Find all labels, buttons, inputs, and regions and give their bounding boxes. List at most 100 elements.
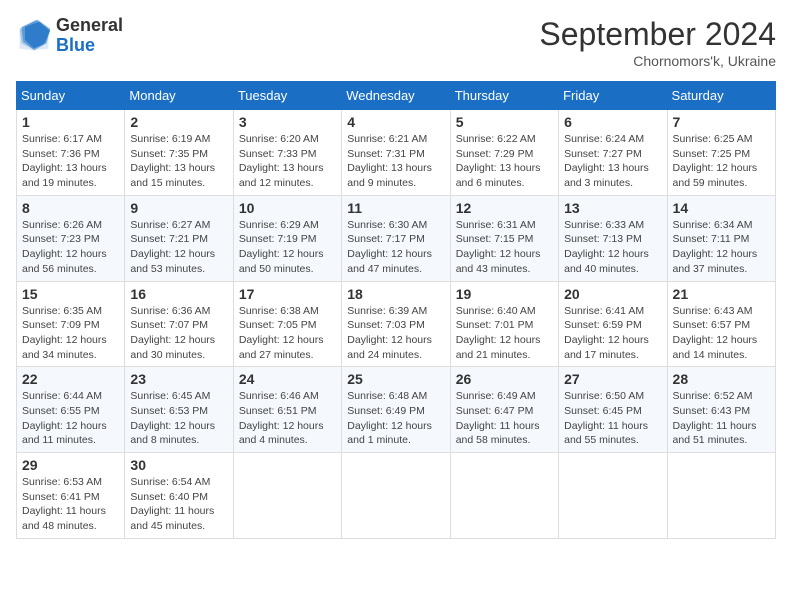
day-number: 9	[130, 200, 227, 216]
day-cell-7: 7 Sunrise: 6:25 AMSunset: 7:25 PMDaylight…	[667, 110, 775, 196]
day-info: Sunrise: 6:30 AMSunset: 7:17 PMDaylight:…	[347, 218, 444, 277]
day-cell-1: 1 Sunrise: 6:17 AMSunset: 7:36 PMDaylight…	[17, 110, 125, 196]
day-number: 8	[22, 200, 119, 216]
week-row-3: 15 Sunrise: 6:35 AMSunset: 7:09 PMDayligh…	[17, 281, 776, 367]
day-info: Sunrise: 6:33 AMSunset: 7:13 PMDaylight:…	[564, 218, 661, 277]
empty-cell	[667, 453, 775, 539]
day-cell-30: 30 Sunrise: 6:54 AMSunset: 6:40 PMDayligh…	[125, 453, 233, 539]
day-number: 27	[564, 371, 661, 387]
day-info: Sunrise: 6:48 AMSunset: 6:49 PMDaylight:…	[347, 389, 444, 448]
day-info: Sunrise: 6:31 AMSunset: 7:15 PMDaylight:…	[456, 218, 553, 277]
day-cell-9: 9 Sunrise: 6:27 AMSunset: 7:21 PMDaylight…	[125, 195, 233, 281]
month-title: September 2024	[539, 16, 776, 53]
day-number: 22	[22, 371, 119, 387]
day-number: 23	[130, 371, 227, 387]
week-row-4: 22Sunrise: 6:44 AMSunset: 6:55 PMDayligh…	[17, 367, 776, 453]
day-info: Sunrise: 6:17 AMSunset: 7:36 PMDaylight:…	[22, 132, 119, 191]
day-info: Sunrise: 6:34 AMSunset: 7:11 PMDaylight:…	[673, 218, 770, 277]
day-info: Sunrise: 6:53 AMSunset: 6:41 PMDaylight:…	[22, 475, 119, 534]
day-cell-6: 6 Sunrise: 6:24 AMSunset: 7:27 PMDaylight…	[559, 110, 667, 196]
day-info: Sunrise: 6:45 AMSunset: 6:53 PMDaylight:…	[130, 389, 227, 448]
header: General Blue September 2024 Chornomors'k…	[16, 16, 776, 69]
day-number: 21	[673, 286, 770, 302]
day-info: Sunrise: 6:50 AMSunset: 6:45 PMDaylight:…	[564, 389, 661, 448]
day-cell-13: 13Sunrise: 6:33 AMSunset: 7:13 PMDayligh…	[559, 195, 667, 281]
day-cell-19: 19Sunrise: 6:40 AMSunset: 7:01 PMDayligh…	[450, 281, 558, 367]
day-info: Sunrise: 6:35 AMSunset: 7:09 PMDaylight:…	[22, 304, 119, 363]
day-cell-2: 2Sunrise: 6:19 AMSunset: 7:35 PMDaylight…	[125, 110, 233, 196]
day-number: 17	[239, 286, 336, 302]
title-area: September 2024 Chornomors'k, Ukraine	[539, 16, 776, 69]
day-cell-11: 11 Sunrise: 6:30 AMSunset: 7:17 PMDayligh…	[342, 195, 450, 281]
day-cell-20: 20Sunrise: 6:41 AMSunset: 6:59 PMDayligh…	[559, 281, 667, 367]
day-number: 11	[347, 200, 444, 216]
day-number: 6	[564, 114, 661, 130]
day-number: 5	[456, 114, 553, 130]
day-cell-15: 15 Sunrise: 6:35 AMSunset: 7:09 PMDayligh…	[17, 281, 125, 367]
empty-cell	[450, 453, 558, 539]
day-number: 30	[130, 457, 227, 473]
day-info: Sunrise: 6:38 AMSunset: 7:05 PMDaylight:…	[239, 304, 336, 363]
weekday-header-saturday: Saturday	[667, 82, 775, 110]
day-info: Sunrise: 6:52 AMSunset: 6:43 PMDaylight:…	[673, 389, 770, 448]
day-info: Sunrise: 6:36 AMSunset: 7:07 PMDaylight:…	[130, 304, 227, 363]
day-number: 1	[22, 114, 119, 130]
day-cell-4: 4 Sunrise: 6:21 AMSunset: 7:31 PMDaylight…	[342, 110, 450, 196]
day-number: 18	[347, 286, 444, 302]
day-number: 4	[347, 114, 444, 130]
day-cell-3: 3 Sunrise: 6:20 AMSunset: 7:33 PMDaylight…	[233, 110, 341, 196]
empty-cell	[559, 453, 667, 539]
day-info: Sunrise: 6:22 AMSunset: 7:29 PMDaylight:…	[456, 132, 553, 191]
weekday-header-thursday: Thursday	[450, 82, 558, 110]
logo-icon	[16, 18, 52, 54]
calendar-table: SundayMondayTuesdayWednesdayThursdayFrid…	[16, 81, 776, 539]
day-number: 15	[22, 286, 119, 302]
day-number: 14	[673, 200, 770, 216]
day-info: Sunrise: 6:43 AMSunset: 6:57 PMDaylight:…	[673, 304, 770, 363]
empty-cell	[342, 453, 450, 539]
day-info: Sunrise: 6:25 AMSunset: 7:25 PMDaylight:…	[673, 132, 770, 191]
day-number: 2	[130, 114, 227, 130]
day-cell-28: 28 Sunrise: 6:52 AMSunset: 6:43 PMDayligh…	[667, 367, 775, 453]
day-cell-27: 27 Sunrise: 6:50 AMSunset: 6:45 PMDayligh…	[559, 367, 667, 453]
day-cell-18: 18 Sunrise: 6:39 AMSunset: 7:03 PMDayligh…	[342, 281, 450, 367]
empty-cell	[233, 453, 341, 539]
day-number: 25	[347, 371, 444, 387]
day-info: Sunrise: 6:39 AMSunset: 7:03 PMDaylight:…	[347, 304, 444, 363]
weekday-header-monday: Monday	[125, 82, 233, 110]
logo: General Blue	[16, 16, 123, 56]
weekday-header-row: SundayMondayTuesdayWednesdayThursdayFrid…	[17, 82, 776, 110]
day-number: 12	[456, 200, 553, 216]
day-cell-25: 25 Sunrise: 6:48 AMSunset: 6:49 PMDayligh…	[342, 367, 450, 453]
day-info: Sunrise: 6:49 AMSunset: 6:47 PMDaylight:…	[456, 389, 553, 448]
day-number: 10	[239, 200, 336, 216]
day-info: Sunrise: 6:26 AMSunset: 7:23 PMDaylight:…	[22, 218, 119, 277]
day-cell-21: 21 Sunrise: 6:43 AMSunset: 6:57 PMDayligh…	[667, 281, 775, 367]
day-cell-29: 29Sunrise: 6:53 AMSunset: 6:41 PMDayligh…	[17, 453, 125, 539]
day-cell-16: 16Sunrise: 6:36 AMSunset: 7:07 PMDayligh…	[125, 281, 233, 367]
day-number: 19	[456, 286, 553, 302]
day-cell-23: 23 Sunrise: 6:45 AMSunset: 6:53 PMDayligh…	[125, 367, 233, 453]
weekday-header-sunday: Sunday	[17, 82, 125, 110]
day-number: 3	[239, 114, 336, 130]
day-info: Sunrise: 6:54 AMSunset: 6:40 PMDaylight:…	[130, 475, 227, 534]
day-number: 24	[239, 371, 336, 387]
day-info: Sunrise: 6:46 AMSunset: 6:51 PMDaylight:…	[239, 389, 336, 448]
day-info: Sunrise: 6:24 AMSunset: 7:27 PMDaylight:…	[564, 132, 661, 191]
day-info: Sunrise: 6:29 AMSunset: 7:19 PMDaylight:…	[239, 218, 336, 277]
day-cell-8: 8 Sunrise: 6:26 AMSunset: 7:23 PMDaylight…	[17, 195, 125, 281]
day-info: Sunrise: 6:27 AMSunset: 7:21 PMDaylight:…	[130, 218, 227, 277]
week-row-2: 8 Sunrise: 6:26 AMSunset: 7:23 PMDaylight…	[17, 195, 776, 281]
day-cell-5: 5 Sunrise: 6:22 AMSunset: 7:29 PMDaylight…	[450, 110, 558, 196]
day-cell-12: 12 Sunrise: 6:31 AMSunset: 7:15 PMDayligh…	[450, 195, 558, 281]
day-number: 20	[564, 286, 661, 302]
day-cell-14: 14 Sunrise: 6:34 AMSunset: 7:11 PMDayligh…	[667, 195, 775, 281]
day-number: 7	[673, 114, 770, 130]
weekday-header-friday: Friday	[559, 82, 667, 110]
day-number: 28	[673, 371, 770, 387]
day-info: Sunrise: 6:21 AMSunset: 7:31 PMDaylight:…	[347, 132, 444, 191]
day-cell-17: 17 Sunrise: 6:38 AMSunset: 7:05 PMDayligh…	[233, 281, 341, 367]
week-row-1: 1 Sunrise: 6:17 AMSunset: 7:36 PMDaylight…	[17, 110, 776, 196]
day-info: Sunrise: 6:20 AMSunset: 7:33 PMDaylight:…	[239, 132, 336, 191]
day-cell-26: 26Sunrise: 6:49 AMSunset: 6:47 PMDayligh…	[450, 367, 558, 453]
